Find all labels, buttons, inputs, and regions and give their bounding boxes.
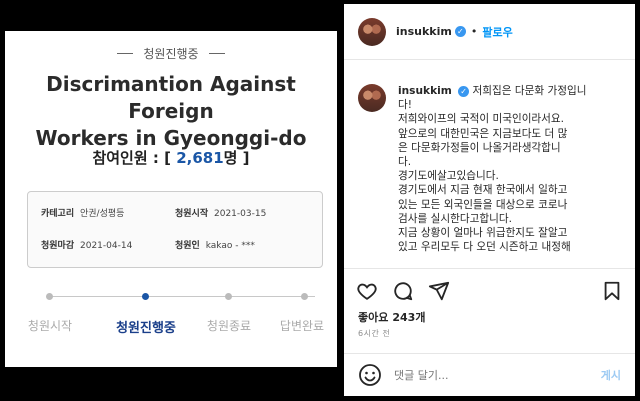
post-header: insukkim ✓ • 팔로우 [344,4,635,60]
post-timestamp[interactable]: 6시간 전 [358,328,390,339]
separator: • [470,25,478,38]
caption-line: 저희와이프의 국적이 미국인이라서요. [398,113,565,126]
post-caption: insukkim ✓ 저희집은 다문화 가정입니 다! 저희와이프의 국적이 미… [358,84,629,266]
participants-number: 2,681 [176,149,224,167]
category-field: 카테고리 안권/성평등 [41,206,124,219]
action-bar [356,280,623,304]
caption-line: 있는 모든 외국인들을 대상으로 코로나 [398,198,568,211]
follow-button[interactable]: 팔로우 [482,24,512,40]
step-dot-in-progress [142,293,149,300]
participants-suffix: 명 ] [223,149,250,167]
petition-title: Discrimantion Against Foreign Workers in… [5,71,337,152]
smiley-icon[interactable] [358,363,382,387]
category-value: 안권/성평등 [80,209,125,219]
caption-avatar[interactable] [358,84,386,112]
end-date-value: 2021-04-14 [80,241,133,251]
petition-progress: 청원시작 청원진행중 청원종료 답변완료 [5,293,337,353]
step-in-progress[interactable]: 청원진행중 [116,317,176,336]
comment-icon[interactable] [392,280,414,302]
verified-icon: ✓ [458,85,470,97]
petition-title-line1: Discrimantion Against Foreign [46,72,296,123]
caption-username[interactable]: insukkim [398,85,452,97]
avatar[interactable] [358,17,386,46]
category-label: 카테고리 [41,209,75,219]
petition-info-box: 카테고리 안권/성평등 청원시작 2021-03-15 청원마감 2021-04… [27,191,323,268]
progress-line [51,296,315,297]
end-date-field: 청원마감 2021-04-14 [41,238,132,251]
petition-status-label: 청원진행중 [143,47,199,61]
step-dot-answered [301,293,308,300]
comment-bar: 게시 [344,353,635,396]
petition-panel: 청원진행중 Discrimantion Against Foreign Work… [5,31,337,367]
username-link[interactable]: insukkim [396,25,452,38]
caption-line: 경기도에서 지금 현재 한국에서 일하고 [398,184,568,197]
caption-line: 다. [398,156,412,169]
step-ended[interactable]: 청원종료 [207,317,251,334]
petitioner-label: 청원인 [175,241,200,251]
step-dot-start [46,293,53,300]
end-date-label: 청원마감 [41,241,75,251]
comment-input[interactable] [394,368,601,382]
step-answered[interactable]: 답변완료 [280,317,324,334]
divider [117,53,134,54]
petitioner-field: 청원인 kakao - *** [175,238,255,251]
instagram-panel: insukkim ✓ • 팔로우 insukkim ✓ 저희집은 다문화 가정입… [344,4,635,396]
participants-label: 참여인원 : [ [92,149,171,167]
petitioner-value: kakao - *** [205,241,255,251]
bookmark-icon[interactable] [601,280,623,302]
caption-first-line: 저희집은 다문화 가정입니 [472,85,587,97]
caption-line: 지금 상황이 얼마나 위급한지도 잘알고 [398,227,568,240]
start-date-label: 청원시작 [175,209,209,219]
caption-line: 은 다문화가정들이 나올거라생각합니 [398,141,561,154]
divider [344,268,635,269]
likes-number: 243개 [392,311,426,324]
start-date-field: 청원시작 2021-03-15 [175,206,266,219]
step-dot-ended [225,293,232,300]
likes-count[interactable]: 좋아요 243개 [358,309,425,325]
verified-icon: ✓ [454,26,466,37]
divider [208,53,225,54]
caption-text: insukkim ✓ 저희집은 다문화 가정입니 다! 저희와이프의 국적이 미… [398,84,586,266]
caption-line: 있고 우리모두 다 오던 시즌하고 내정해 [398,241,571,254]
share-icon[interactable] [428,280,450,302]
likes-label: 좋아요 [358,311,389,324]
caption-line: 다! [398,99,412,112]
caption-line: 앞으로의 대한민국은 지금보다도 더 많 [398,127,568,140]
caption-line: 경기도에살고있습니다. [398,170,499,183]
start-date-value: 2021-03-15 [214,209,267,219]
post-comment-button[interactable]: 게시 [601,367,621,383]
petition-status-header: 청원진행중 [5,45,337,62]
heart-icon[interactable] [356,280,378,302]
participants-count: 참여인원 : [ 2,681명 ] [5,147,337,168]
step-start[interactable]: 청원시작 [28,317,72,334]
caption-line: 검사를 실시한다고합니다. [398,212,512,225]
